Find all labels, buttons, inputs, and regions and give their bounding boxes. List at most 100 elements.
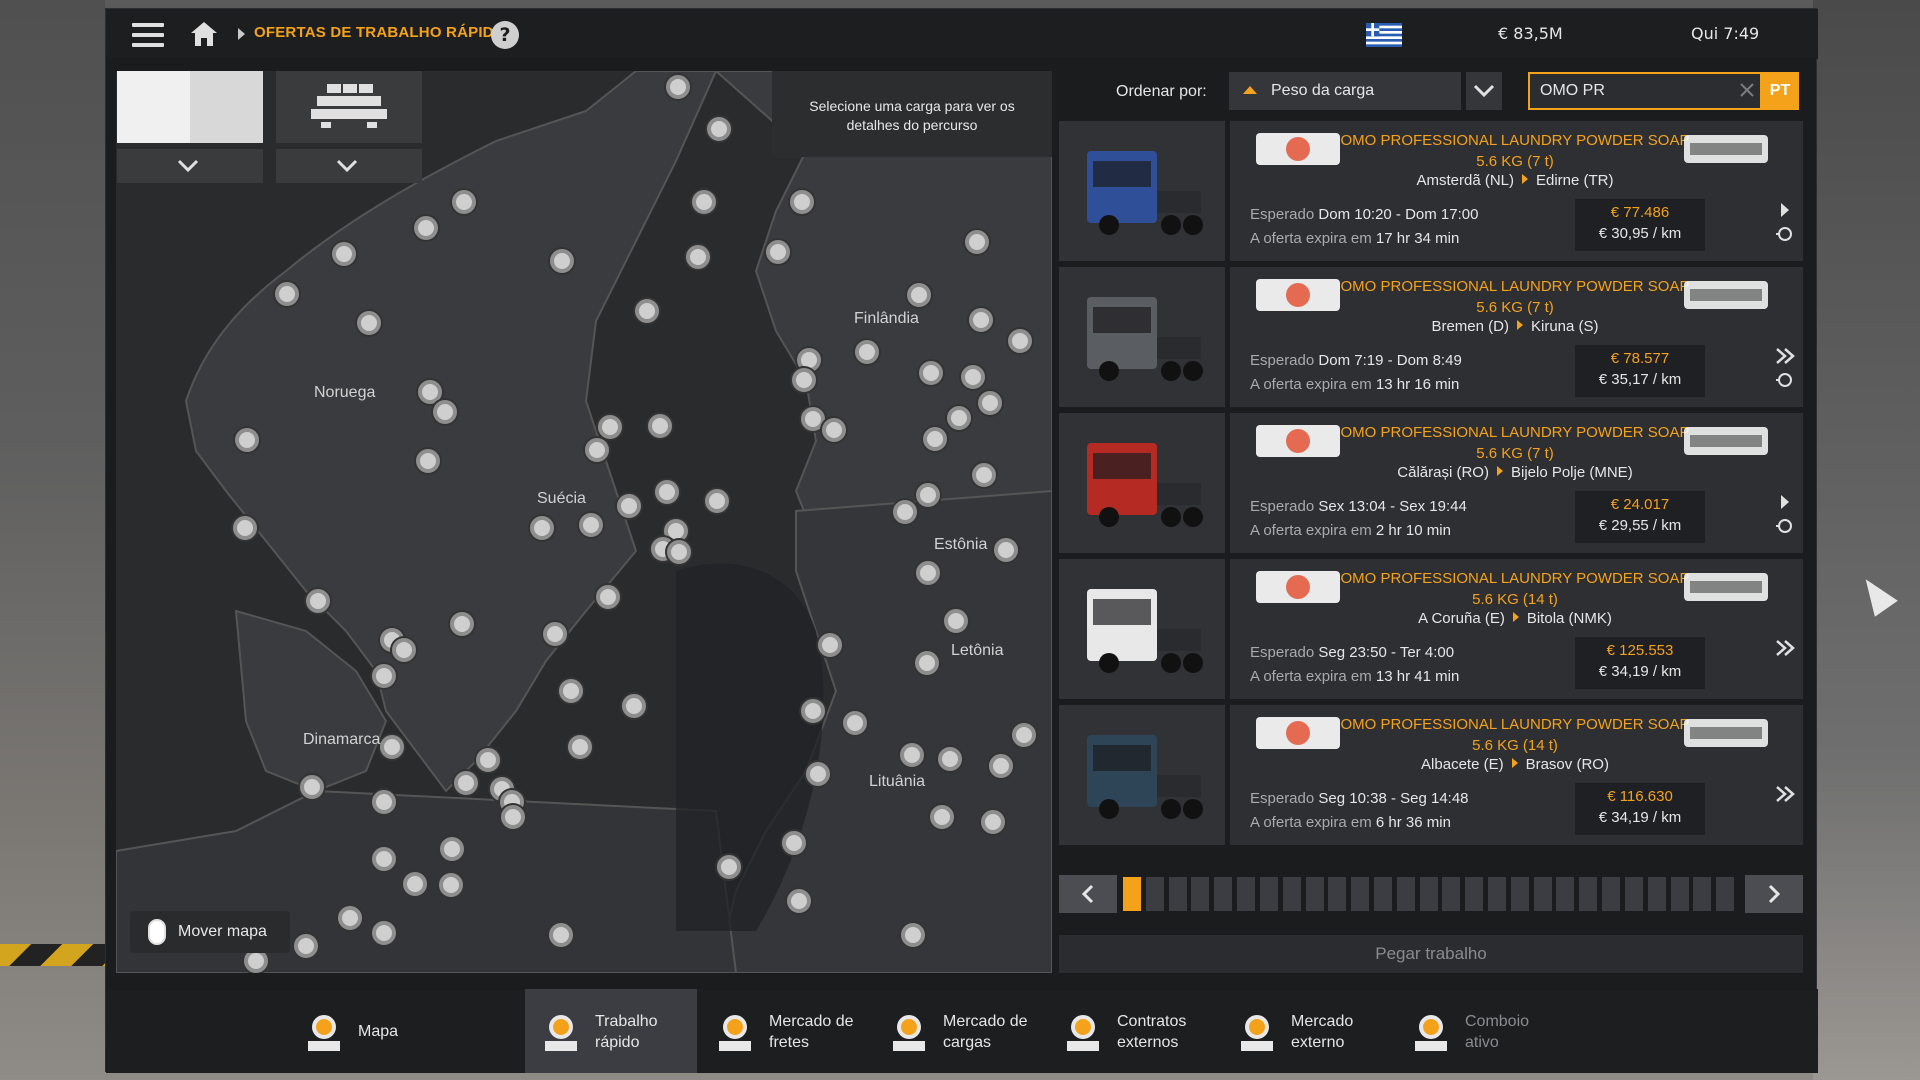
page-indicator[interactable]	[1214, 877, 1233, 911]
city-dot[interactable]	[416, 449, 440, 473]
clear-search-icon[interactable]	[1738, 81, 1756, 99]
city-dot[interactable]	[965, 230, 989, 254]
page-indicator[interactable]	[1670, 877, 1689, 911]
city-dot[interactable]	[818, 633, 842, 657]
job-offer-card[interactable]: OMO PROFESSIONAL LAUNDRY POWDER SOAP 5.6…	[1059, 413, 1803, 553]
page-indicator[interactable]	[1533, 877, 1552, 911]
city-dot[interactable]	[372, 847, 396, 871]
city-dot[interactable]	[801, 699, 825, 723]
city-dot[interactable]	[306, 589, 330, 613]
map-layer-dropdown[interactable]	[276, 149, 422, 183]
help-button[interactable]: ?	[491, 21, 519, 49]
city-dot[interactable]	[439, 873, 463, 897]
next-page-button[interactable]	[1745, 875, 1803, 913]
page-indicator[interactable]	[1328, 877, 1347, 911]
map-filter-dropdown[interactable]	[117, 149, 263, 183]
nav-item[interactable]: Mapa	[288, 989, 460, 1073]
city-dot[interactable]	[692, 190, 716, 214]
page-indicator[interactable]	[1145, 877, 1164, 911]
job-offer-card[interactable]: OMO PROFESSIONAL LAUNDRY POWDER SOAP 5.6…	[1059, 121, 1803, 261]
page-indicator[interactable]	[1123, 877, 1141, 911]
city-dot[interactable]	[372, 664, 396, 688]
city-dot[interactable]	[294, 934, 318, 958]
page-indicator[interactable]	[1488, 877, 1507, 911]
city-dot[interactable]	[550, 249, 574, 273]
city-dot[interactable]	[787, 889, 811, 913]
city-dot[interactable]	[559, 679, 583, 703]
city-dot[interactable]	[403, 872, 427, 896]
city-dot[interactable]	[893, 500, 917, 524]
page-indicator[interactable]	[1647, 877, 1666, 911]
city-dot[interactable]	[501, 805, 525, 829]
language-button[interactable]: PT	[1761, 72, 1799, 110]
page-indicator[interactable]	[1716, 877, 1735, 911]
city-dot[interactable]	[1008, 329, 1032, 353]
page-indicator[interactable]	[1237, 877, 1256, 911]
page-indicator[interactable]	[1396, 877, 1415, 911]
city-dot[interactable]	[452, 190, 476, 214]
page-indicator[interactable]	[1602, 877, 1621, 911]
move-map-hint[interactable]: Mover mapa	[130, 911, 290, 953]
city-dot[interactable]	[414, 216, 438, 240]
city-dot[interactable]	[598, 415, 622, 439]
nav-item[interactable]: Mercado de cargas	[873, 989, 1045, 1073]
city-dot[interactable]	[930, 805, 954, 829]
city-dot[interactable]	[806, 762, 830, 786]
page-indicator[interactable]	[1305, 877, 1324, 911]
city-dot[interactable]	[901, 923, 925, 947]
page-indicator[interactable]	[1259, 877, 1278, 911]
city-dot[interactable]	[994, 538, 1018, 562]
city-dot[interactable]	[635, 299, 659, 323]
city-dot[interactable]	[579, 513, 603, 537]
job-offer-card[interactable]: OMO PROFESSIONAL LAUNDRY POWDER SOAP 5.6…	[1059, 267, 1803, 407]
map-filter-toggle[interactable]	[117, 71, 263, 143]
city-dot[interactable]	[585, 438, 609, 462]
take-job-button[interactable]: Pegar trabalho	[1059, 935, 1803, 973]
city-dot[interactable]	[944, 609, 968, 633]
city-dot[interactable]	[338, 906, 362, 930]
city-dot[interactable]	[790, 190, 814, 214]
city-dot[interactable]	[915, 651, 939, 675]
city-dot[interactable]	[1012, 723, 1036, 747]
city-dot[interactable]	[972, 463, 996, 487]
sort-select[interactable]: Peso da carga	[1229, 72, 1461, 110]
city-dot[interactable]	[454, 771, 478, 795]
city-dot[interactable]	[961, 365, 985, 389]
page-indicator[interactable]	[1191, 877, 1210, 911]
page-indicator[interactable]	[1419, 877, 1438, 911]
city-dot[interactable]	[938, 747, 962, 771]
city-dot[interactable]	[568, 735, 592, 759]
city-dot[interactable]	[543, 622, 567, 646]
page-indicator[interactable]	[1168, 877, 1187, 911]
city-dot[interactable]	[969, 308, 993, 332]
city-dot[interactable]	[707, 117, 731, 141]
city-dot[interactable]	[440, 837, 464, 861]
city-dot[interactable]	[782, 831, 806, 855]
city-dot[interactable]	[843, 711, 867, 735]
city-dot[interactable]	[380, 735, 404, 759]
city-dot[interactable]	[916, 483, 940, 507]
city-dot[interactable]	[686, 245, 710, 269]
city-dot[interactable]	[530, 516, 554, 540]
nav-item[interactable]: Mercado externo	[1221, 989, 1393, 1073]
nav-item[interactable]: Trabalho rápido	[525, 989, 697, 1073]
city-dot[interactable]	[275, 282, 299, 306]
city-dot[interactable]	[476, 748, 500, 772]
city-dot[interactable]	[978, 391, 1002, 415]
city-dot[interactable]	[372, 921, 396, 945]
city-dot[interactable]	[822, 418, 846, 442]
city-dot[interactable]	[666, 75, 690, 99]
city-dot[interactable]	[705, 489, 729, 513]
city-dot[interactable]	[766, 240, 790, 264]
page-indicator[interactable]	[1556, 877, 1575, 911]
city-dot[interactable]	[923, 427, 947, 451]
search-input[interactable]	[1528, 72, 1762, 110]
city-dot[interactable]	[357, 311, 381, 335]
city-dot[interactable]	[392, 638, 416, 662]
menu-icon[interactable]	[132, 23, 164, 47]
page-indicator[interactable]	[1373, 877, 1392, 911]
city-dot[interactable]	[907, 283, 931, 307]
page-indicator[interactable]	[1510, 877, 1529, 911]
map-layer-button[interactable]	[276, 71, 422, 143]
page-indicator[interactable]	[1282, 877, 1301, 911]
